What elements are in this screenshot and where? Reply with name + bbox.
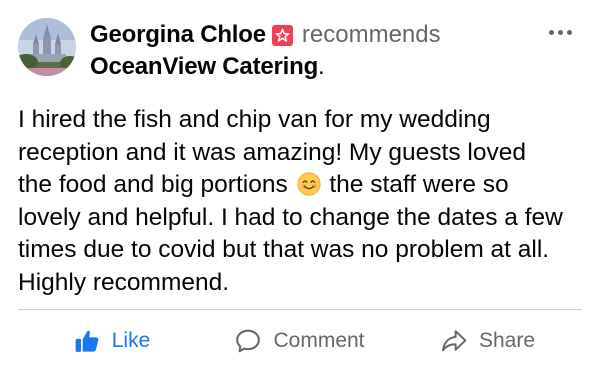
business-line: OceanView Catering .	[90, 52, 325, 82]
like-label: Like	[111, 329, 151, 352]
post-body-segment: the staff were so	[329, 171, 509, 198]
recommendation-post-card: Georgina Chloe recommends OceanView Cate…	[0, 0, 600, 379]
like-button[interactable]: Like	[18, 316, 206, 366]
post-body-line: Highly recommend.	[18, 268, 230, 296]
thumbs-up-icon	[75, 330, 99, 352]
share-icon	[441, 330, 467, 352]
more-dots-icon	[557, 29, 563, 35]
comment-icon	[236, 329, 261, 353]
comment-button[interactable]: Comment	[206, 316, 394, 366]
post-body: I hired the fish and chip van for my wed…	[18, 104, 588, 299]
action-bar: Like Comment Share	[18, 316, 582, 366]
divider	[18, 309, 582, 310]
star-badge-icon	[271, 24, 293, 46]
more-dots-icon	[548, 29, 554, 35]
more-dots-icon	[566, 29, 572, 35]
post-body-line-with-emoji: the food and big portions the staff were…	[18, 169, 588, 202]
comment-label: Comment	[273, 329, 365, 352]
business-period: .	[318, 53, 325, 80]
post-body-line: times due to covid but that was no probl…	[18, 236, 550, 263]
more-options-button[interactable]	[540, 20, 580, 44]
avatar-castle-image	[18, 18, 76, 76]
smiling-face-emoji-icon	[296, 172, 321, 196]
post-body-line: lovely and helpful. I had to change the …	[18, 203, 563, 231]
post-body-line: I hired the fish and chip van for my wed…	[18, 106, 491, 133]
post-header-line: Georgina Chloe recommends	[90, 20, 441, 50]
business-name[interactable]: OceanView Catering	[90, 53, 318, 81]
recommends-label: recommends	[301, 21, 441, 48]
author-name[interactable]: Georgina Chloe	[90, 21, 266, 49]
post-body-line: reception and it was amazing! My guests …	[18, 138, 526, 166]
avatar[interactable]	[18, 18, 76, 76]
share-button[interactable]: Share	[394, 316, 582, 366]
post-body-segment: the food and big portions	[18, 171, 288, 198]
share-label: Share	[478, 329, 536, 352]
